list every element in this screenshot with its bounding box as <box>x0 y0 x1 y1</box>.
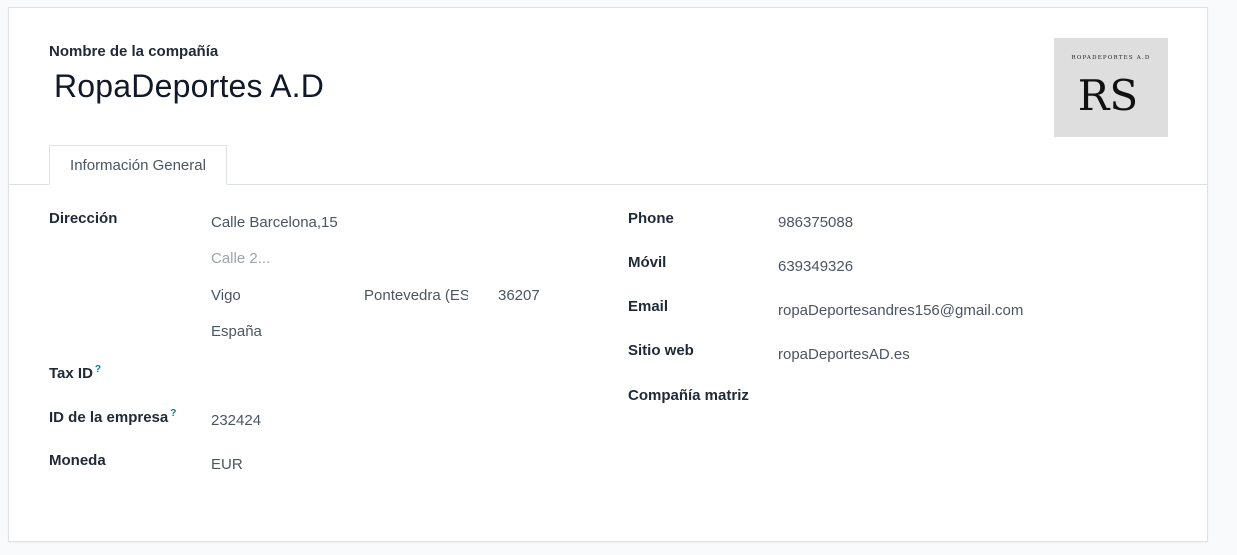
state-field[interactable]: Pontevedra (ES) <box>364 287 468 304</box>
zip-field[interactable]: 36207 <box>498 287 540 304</box>
company-id-label-text: ID de la empresa <box>49 409 169 426</box>
company-name-label: Nombre de la compañía <box>49 43 219 60</box>
tax-id-help-icon[interactable]: ? <box>95 364 101 375</box>
email-label: Email <box>628 298 669 315</box>
logo-monogram: RS <box>1078 71 1138 120</box>
mobile-label: Móvil <box>628 254 667 271</box>
company-id-label: ID de la empresa? <box>49 408 176 426</box>
company-id-field[interactable]: 232424 <box>211 412 261 429</box>
currency-field[interactable]: EUR <box>211 456 243 473</box>
parent-company-field[interactable] <box>778 391 1078 409</box>
email-field[interactable]: ropaDeportesandres156@gmail.com <box>778 302 1023 319</box>
company-logo[interactable]: ROPADEPORTES A.D RS <box>1054 38 1168 137</box>
logo-top-text: ROPADEPORTES A.D <box>1071 55 1150 61</box>
street-field[interactable]: Calle Barcelona,15 <box>211 214 338 231</box>
phone-field[interactable]: 986375088 <box>778 214 853 231</box>
logo-image: ROPADEPORTES A.D RS <box>1071 55 1150 120</box>
currency-label: Moneda <box>49 452 106 469</box>
city-field[interactable]: Vigo <box>211 287 241 304</box>
company-name-field[interactable]: RopaDeportes A.D <box>54 68 324 105</box>
company-id-help-icon[interactable]: ? <box>170 408 176 419</box>
mobile-field[interactable]: 639349326 <box>778 258 853 275</box>
website-field[interactable]: ropaDeportesAD.es <box>778 346 910 363</box>
website-label: Sitio web <box>628 342 694 359</box>
address-label: Dirección <box>49 210 118 227</box>
tax-id-label-text: Tax ID <box>49 365 93 382</box>
street2-field[interactable]: Calle 2... <box>211 250 270 267</box>
tax-id-label: Tax ID? <box>49 364 101 382</box>
phone-label: Phone <box>628 210 674 227</box>
country-field[interactable]: España <box>211 323 262 340</box>
parent-company-label: Compañía matriz <box>628 387 749 404</box>
tab-informacion-general[interactable]: Información General <box>49 145 227 185</box>
form-sheet: Nombre de la compañía RopaDeportes A.D R… <box>8 7 1208 542</box>
